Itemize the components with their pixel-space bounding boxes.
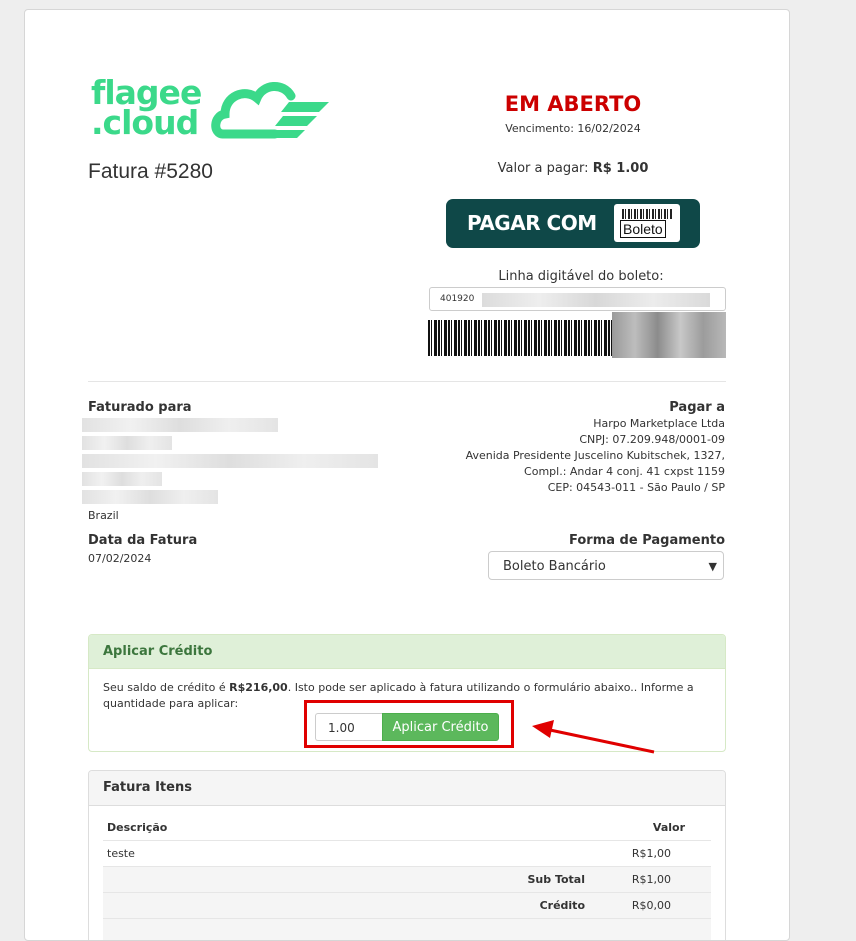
brand-logo: flagee .cloud (91, 76, 202, 142)
invoice-items-panel: Fatura Itens Descrição Valor teste R$1,0… (88, 770, 726, 940)
boleto-badge-label: Boleto (620, 220, 666, 238)
subtotal-row: Sub Total R$1,00 (103, 867, 711, 893)
items-header-row: Descrição Valor (103, 815, 711, 841)
payment-method-selected: Boleto Bancário (503, 559, 606, 574)
due-date: Vencimento: 16/02/2024 (505, 122, 641, 135)
chevron-down-icon: ▼ (708, 560, 717, 573)
invoice-date-value: 07/02/2024 (88, 552, 152, 565)
credit-balance: R$216,00 (229, 681, 288, 694)
redacted-address-2 (82, 472, 162, 486)
credit-row: Crédito R$0,00 (103, 893, 711, 919)
pay-with-boleto-button[interactable]: PAGAR COM Boleto (446, 199, 700, 248)
billed-to-heading: Faturado para (88, 400, 192, 415)
amount-value: R$ 1.00 (592, 161, 649, 176)
boleto-barcode (428, 320, 614, 356)
status-badge: EM ABERTO (504, 92, 642, 116)
item-description: teste (107, 847, 135, 860)
pay-to-section: Pagar a Harpo Marketplace Ltda CNPJ: 07.… (425, 400, 725, 496)
pay-to-complement: Compl.: Andar 4 conj. 41 cxpst 1159 (524, 465, 725, 478)
boleto-line-field[interactable]: 401920 (429, 287, 726, 311)
invoice-items-heading: Fatura Itens (89, 771, 725, 806)
credit-amount-input[interactable]: 1.00 (315, 713, 383, 741)
annotation-arrow-icon (532, 720, 655, 754)
apply-credit-heading: Aplicar Crédito (89, 635, 725, 669)
boleto-line-value: 401920 (440, 294, 475, 304)
billed-to-section: Faturado para Brazil (82, 400, 378, 522)
credit-label: Crédito (539, 899, 585, 912)
credit-value: R$0,00 (631, 899, 671, 912)
pay-button-label: PAGAR COM (467, 211, 597, 235)
boleto-badge: Boleto (614, 204, 680, 242)
invoice-card: flagee .cloud Fatura #5280 EM ABERTO Ven… (24, 9, 790, 941)
payment-method-select[interactable]: Boleto Bancário ▼ (488, 551, 724, 580)
pay-to-cep: CEP: 04543-011 - São Paulo / SP (547, 481, 725, 494)
redacted-line (82, 436, 172, 450)
subtotal-label: Sub Total (527, 873, 585, 886)
redacted-address (82, 454, 378, 468)
billed-to-country: Brazil (88, 509, 119, 522)
table-row: teste R$1,00 (103, 841, 711, 867)
divider (88, 381, 726, 382)
pay-to-heading: Pagar a (669, 400, 725, 415)
pay-to-company: Harpo Marketplace Ltda (593, 417, 725, 430)
amount-due: Valor a pagar: R$ 1.00 (428, 161, 718, 176)
item-value: R$1,00 (631, 847, 671, 860)
redacted-city (82, 490, 218, 504)
subtotal-value: R$1,00 (631, 873, 671, 886)
redacted-name (82, 418, 278, 432)
logo-line-2: .cloud (91, 103, 199, 142)
col-description: Descrição (107, 821, 168, 834)
boleto-line-label: Linha digitável do boleto: (498, 269, 664, 284)
credit-text-before: Seu saldo de crédito é (103, 681, 230, 694)
pay-to-cnpj: CNPJ: 07.209.948/0001-09 (579, 433, 725, 446)
table-row (103, 919, 711, 940)
redacted-area (482, 293, 710, 307)
amount-label: Valor a pagar: (497, 161, 589, 176)
invoice-date-section: Data da Fatura 07/02/2024 (88, 533, 197, 567)
redacted-barcode (612, 312, 726, 358)
col-value: Valor (652, 821, 685, 834)
payment-method-heading: Forma de Pagamento (569, 533, 725, 548)
barcode-icon (622, 209, 672, 219)
cloud-logo-icon (211, 82, 329, 139)
pay-to-address: Avenida Presidente Juscelino Kubitschek,… (465, 449, 725, 462)
invoice-title: Fatura #5280 (88, 160, 213, 183)
apply-credit-button[interactable]: Aplicar Crédito (382, 713, 499, 741)
invoice-date-heading: Data da Fatura (88, 533, 198, 548)
